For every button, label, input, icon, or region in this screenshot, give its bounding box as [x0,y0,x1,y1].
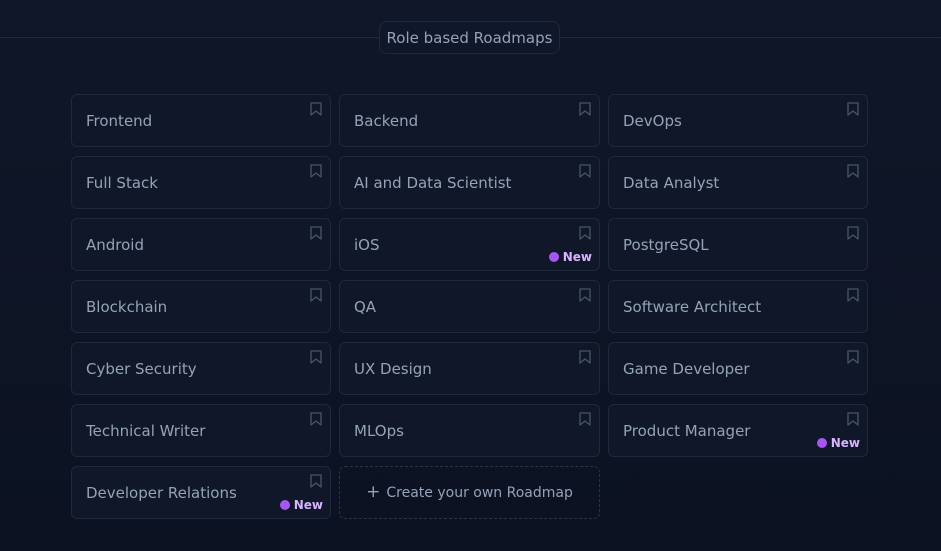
roadmap-label: Developer Relations [86,483,237,502]
roadmap-label: PostgreSQL [623,235,709,254]
new-badge: New [548,250,592,264]
roadmap-card[interactable]: Technical Writer [71,404,331,457]
bookmark-icon[interactable] [847,288,859,302]
bookmark-icon[interactable] [847,164,859,178]
section-title: Role based Roadmaps [379,21,560,54]
badge-label: New [562,250,592,264]
roadmap-card[interactable]: Cyber Security [71,342,331,395]
roadmap-label: QA [354,297,377,316]
bookmark-icon[interactable] [310,102,322,116]
roadmap-card[interactable]: PostgreSQL [608,218,868,271]
roadmap-card[interactable]: Software Architect [608,280,868,333]
roadmap-card[interactable]: DevOps [608,94,868,147]
badge-dot-icon [548,252,559,262]
bookmark-icon[interactable] [310,412,322,426]
roadmap-label: Data Analyst [623,173,720,192]
roadmap-card[interactable]: Data Analyst [608,156,868,209]
bookmark-icon[interactable] [579,102,591,116]
bookmark-icon[interactable] [310,226,322,240]
roadmap-card[interactable]: MLOps [339,404,600,457]
badge-label: New [293,498,323,512]
roadmap-label: UX Design [354,359,432,378]
roadmap-card[interactable]: UX Design [339,342,600,395]
bookmark-icon[interactable] [579,164,591,178]
bookmark-icon[interactable] [310,474,322,488]
roadmap-label: Product Manager [623,421,751,440]
badge-dot-icon [279,500,290,510]
roadmap-card[interactable]: Backend [339,94,600,147]
roadmap-card[interactable]: Full Stack [71,156,331,209]
bookmark-icon[interactable] [310,288,322,302]
roadmap-label: Full Stack [86,173,158,192]
roadmap-label: iOS [354,235,380,254]
bookmark-icon[interactable] [847,350,859,364]
roadmap-card[interactable]: QA [339,280,600,333]
create-roadmap-button[interactable]: + Create your own Roadmap [339,466,600,519]
roadmap-card[interactable]: Product Manager New [608,404,868,457]
roadmap-card[interactable]: AI and Data Scientist [339,156,600,209]
bookmark-icon[interactable] [310,350,322,364]
bookmark-icon[interactable] [847,102,859,116]
bookmark-icon[interactable] [579,288,591,302]
bookmark-icon[interactable] [579,412,591,426]
roadmap-card[interactable]: Game Developer [608,342,868,395]
roadmap-grid: Frontend Backend DevOps Full Stack AI and Da… [71,94,868,519]
bookmark-icon[interactable] [579,350,591,364]
roadmap-card[interactable]: Developer Relations New [71,466,331,519]
bookmark-icon[interactable] [847,226,859,240]
roadmap-label: Frontend [86,111,153,130]
roadmap-label: Android [86,235,144,254]
roadmap-label: Game Developer [623,359,750,378]
bookmark-icon[interactable] [847,412,859,426]
roadmap-label: AI and Data Scientist [354,173,512,192]
roadmap-label: Technical Writer [86,421,206,440]
roadmap-card[interactable]: iOS New [339,218,600,271]
badge-dot-icon [816,438,827,448]
bookmark-icon[interactable] [579,226,591,240]
roadmap-label: Cyber Security [86,359,197,378]
roadmap-label: MLOps [354,421,404,440]
bookmark-icon[interactable] [310,164,322,178]
badge-label: New [830,436,860,450]
plus-icon: + [366,482,381,502]
roadmap-card[interactable]: Blockchain [71,280,331,333]
roadmap-card[interactable]: Frontend [71,94,331,147]
create-roadmap-label: Create your own Roadmap [386,484,573,501]
roadmap-label: Software Architect [623,297,762,316]
new-badge: New [816,436,860,450]
roadmap-label: DevOps [623,111,682,130]
new-badge: New [279,498,323,512]
roadmap-card[interactable]: Android [71,218,331,271]
roadmap-label: Backend [354,111,419,130]
roadmap-label: Blockchain [86,297,168,316]
